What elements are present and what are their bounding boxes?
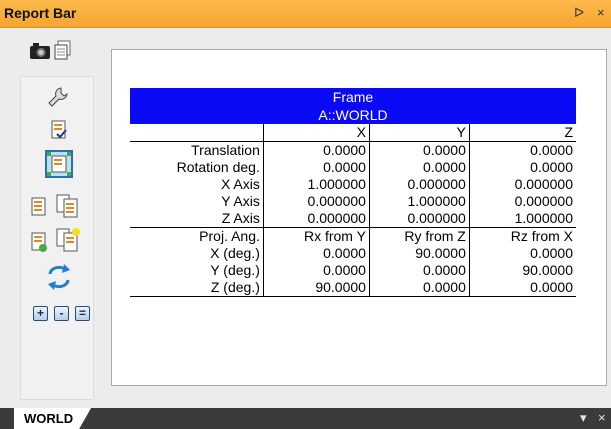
table-cell: 0.0000 <box>263 141 370 159</box>
report-multi-icon[interactable] <box>55 193 81 219</box>
table-row: Z Axis 0.000000 0.000000 1.000000 <box>130 210 576 228</box>
tab-world[interactable]: WORLD <box>14 408 91 429</box>
table-cell: 0.000000 <box>263 193 370 210</box>
column-header: Y <box>369 124 470 142</box>
row-label: Rotation deg. <box>130 159 264 176</box>
collapse-button[interactable]: - <box>54 306 69 321</box>
table-cell: 0.000000 <box>369 176 470 193</box>
expand-button[interactable]: + <box>33 306 48 321</box>
close-tab-icon[interactable]: × <box>598 410 606 425</box>
table-row: Z (deg.) 90.0000 0.0000 0.0000 <box>130 279 576 297</box>
table-cell: 0.0000 <box>263 245 370 262</box>
table-cell: 0.0000 <box>530 142 573 158</box>
table-cell: 90.0000 <box>263 279 370 297</box>
table-cell: 0.0000 <box>369 141 470 159</box>
copy-icon[interactable] <box>52 39 74 61</box>
table-cell: Ry from Z <box>369 227 470 245</box>
window-title: Report Bar <box>4 5 77 21</box>
frame-icon[interactable] <box>45 150 73 178</box>
table-cell: 0.000000 <box>263 210 370 228</box>
table-row: X Axis 1.000000 0.000000 0.000000 <box>130 176 576 193</box>
row-label: X Axis <box>130 176 264 193</box>
report-star-icon[interactable] <box>55 227 81 253</box>
menu-dropdown-icon[interactable]: ▾ <box>580 410 587 426</box>
report-header: Frame A::WORLD <box>130 88 576 124</box>
column-header: X <box>263 124 370 142</box>
wrench-icon[interactable] <box>47 86 69 108</box>
table-cell: 0.000000 <box>514 176 573 192</box>
column-header <box>130 124 264 142</box>
close-icon[interactable]: × <box>597 5 605 21</box>
report-canvas: Frame A::WORLD X Y Z Translation 0.0000 … <box>111 49 607 386</box>
refresh-icon[interactable] <box>46 262 72 292</box>
row-label: Z (deg.) <box>130 279 264 297</box>
table-cell: 0.000000 <box>514 193 573 209</box>
table-row: Proj. Ang. Rx from Y Ry from Z Rz from X <box>130 227 576 245</box>
table-cell: Rz from X <box>469 227 576 245</box>
row-label: X (deg.) <box>130 245 264 262</box>
report-header-frame: A::WORLD <box>318 107 388 123</box>
table-cell: 0.0000 <box>530 159 573 175</box>
table-cell: 0.000000 <box>369 210 470 228</box>
table-cell: 0.0000 <box>369 279 470 297</box>
table-cell: 1.000000 <box>263 176 370 193</box>
report-bar-window: Report Bar ᐅ × + - = Frame A::WORLD X Y … <box>0 0 611 429</box>
table-cell: 90.0000 <box>522 262 573 278</box>
document-check-icon[interactable] <box>48 119 70 141</box>
table-cell: 1.000000 <box>514 210 573 226</box>
table-cell: 0.0000 <box>369 159 470 176</box>
table-cell: 0.0000 <box>369 262 470 279</box>
frame-report-table: Frame A::WORLD X Y Z Translation 0.0000 … <box>130 88 576 297</box>
table-cell: 0.0000 <box>263 262 370 279</box>
column-header-row: X Y Z <box>130 124 576 142</box>
report-icon[interactable] <box>28 196 50 218</box>
tab-strip: WORLD ▾ × <box>0 408 611 429</box>
table-row: Rotation deg. 0.0000 0.0000 0.0000 <box>130 159 576 176</box>
row-label: Y Axis <box>130 193 264 210</box>
camera-icon[interactable] <box>29 40 51 62</box>
row-label: Translation <box>130 141 264 159</box>
content-area: + - = Frame A::WORLD X Y Z Translation 0… <box>0 28 611 408</box>
equal-button[interactable]: = <box>75 306 90 321</box>
title-bar[interactable]: Report Bar ᐅ × <box>0 0 611 28</box>
report-header-row: Frame A::WORLD <box>130 88 576 124</box>
table-row: X (deg.) 0.0000 90.0000 0.0000 <box>130 245 576 262</box>
table-cell: 0.0000 <box>530 245 573 261</box>
row-label: Y (deg.) <box>130 262 264 279</box>
table-cell: 0.0000 <box>263 159 370 176</box>
table-row: Y Axis 0.000000 1.000000 0.000000 <box>130 193 576 210</box>
table-row: Translation 0.0000 0.0000 0.0000 <box>130 141 576 159</box>
column-header: Z <box>469 124 576 142</box>
pin-icon[interactable]: ᐅ <box>574 5 584 21</box>
table-cell: Rx from Y <box>263 227 370 245</box>
table-cell: 0.0000 <box>469 279 576 297</box>
table-row: Y (deg.) 0.0000 0.0000 90.0000 <box>130 262 576 279</box>
row-label: Z Axis <box>130 210 264 228</box>
report-add-icon[interactable] <box>28 231 50 253</box>
report-header-title: Frame <box>332 89 374 105</box>
table-cell: 90.0000 <box>369 245 470 262</box>
row-label: Proj. Ang. <box>130 227 264 245</box>
table-cell: 1.000000 <box>369 193 470 210</box>
